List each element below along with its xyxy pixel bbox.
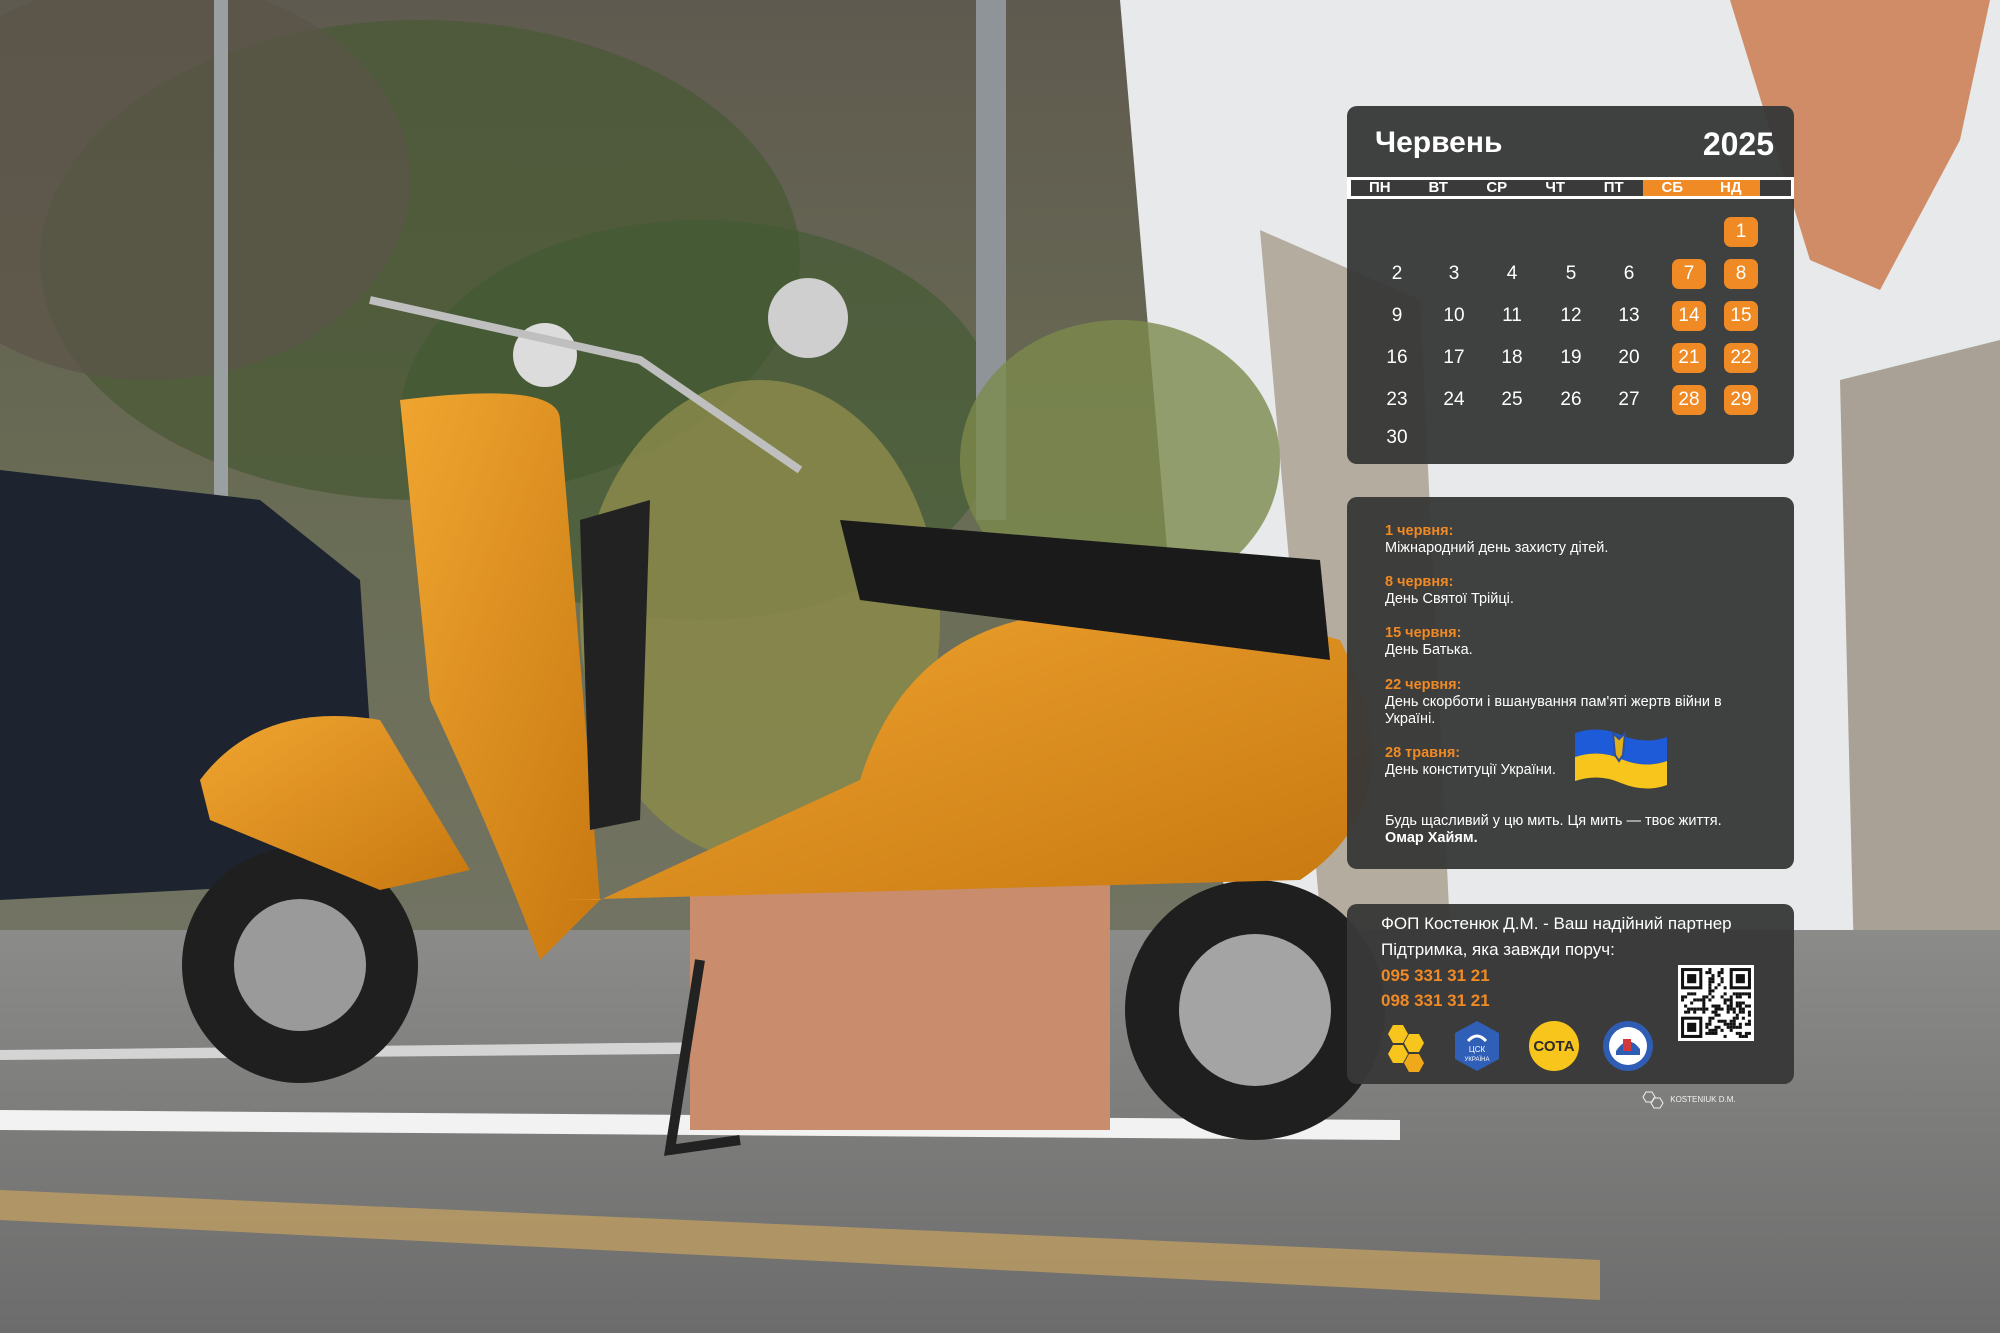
sota-logo: СОТА — [1529, 1021, 1579, 1071]
calendar-day: 2 — [1391, 263, 1403, 284]
csk-logo-line1: ЦСК — [1469, 1045, 1486, 1054]
calendar-day: 19 — [1560, 347, 1582, 368]
calendar-day: 5 — [1565, 263, 1577, 284]
holidays-panel: 1 червня: Міжнародний день захисту дітей… — [1347, 497, 1794, 869]
holiday-text: День Батька. — [1385, 642, 1473, 658]
quote: Будь щасливий у цю мить. Ця мить — твоє … — [1385, 813, 1722, 847]
calendar-day-weekend: 14 — [1672, 301, 1706, 331]
calendar-day: 17 — [1443, 347, 1465, 368]
holiday-text: День конституції України. — [1385, 762, 1556, 778]
calendar-day: 27 — [1618, 389, 1640, 410]
holiday-item: 8 червня: День Святої Трійці. — [1385, 574, 1514, 608]
holiday-text: Міжнародний день захисту дітей. — [1385, 540, 1609, 556]
calendar-day-weekend: 15 — [1724, 301, 1758, 331]
holiday-item: 1 червня: Міжнародний день захисту дітей… — [1385, 523, 1608, 557]
calendar-day: 30 — [1386, 427, 1408, 448]
calendar-day-weekend: 22 — [1724, 343, 1758, 373]
brand-hex-icon — [1642, 1091, 1664, 1109]
holiday-date: 15 червня: — [1385, 625, 1462, 641]
calendar-day: 26 — [1560, 389, 1582, 410]
holiday-date: 1 червня: — [1385, 523, 1454, 539]
holiday-text: День скорботи і вшанування пам'яті жертв… — [1385, 694, 1722, 727]
sota-logo-text: СОТА — [1533, 1038, 1574, 1055]
quote-author: Омар Хайям. — [1385, 830, 1478, 846]
calendar-day-weekend: 1 — [1724, 217, 1758, 247]
calendar-day: 24 — [1443, 389, 1465, 410]
holiday-item: 22 червня: День скорботи і вшанування па… — [1385, 677, 1765, 728]
calendar-day: 10 — [1443, 305, 1465, 326]
calendar-day: 4 — [1506, 263, 1518, 284]
calendar-day: 3 — [1448, 263, 1460, 284]
quote-text: Будь щасливий у цю мить. Ця мить — твоє … — [1385, 813, 1722, 829]
holiday-item: 28 травня: День конституції України. — [1385, 745, 1556, 779]
calendar-day: 13 — [1618, 305, 1640, 326]
support-tagline: Підтримка, яка завжди поруч: — [1381, 940, 1615, 959]
calendar-day: 9 — [1391, 305, 1403, 326]
calendar-panel: Червень 2025 ПН ВТ СР ЧТ ПТ СБ НД 123456… — [1347, 106, 1794, 464]
holiday-text: День Святої Трійці. — [1385, 591, 1514, 607]
calendar-day-weekend: 7 — [1672, 259, 1706, 289]
holiday-date: 28 травня: — [1385, 745, 1461, 761]
ukraine-flag-icon — [1575, 729, 1667, 789]
qr-code-icon[interactable] — [1678, 965, 1754, 1041]
calendar-day-weekend: 29 — [1724, 385, 1758, 415]
calendar-day: 12 — [1560, 305, 1582, 326]
calendar-day-weekend: 8 — [1724, 259, 1758, 289]
calendar-day: 11 — [1502, 305, 1522, 326]
company-name: ФОП Костенюк Д.М. - Ваш надійний партнер — [1381, 914, 1732, 933]
calendar-day: 16 — [1386, 347, 1408, 368]
calendar-day: 6 — [1623, 263, 1635, 284]
csk-logo-line2: УКРАЇНА — [1465, 1056, 1490, 1063]
brand-watermark: KOSTENIUK D.M. — [1640, 1090, 1736, 1110]
holiday-date: 22 червня: — [1385, 677, 1462, 693]
calendar-days-grid: 1 2 3 4 5 6 7 8 9 10 11 12 13 14 15 16 17 18 19 20 21 22 23 24 2… — [1347, 106, 1794, 464]
contact-panel: ФОП Костенюк Д.М. - Ваш надійний партнер… — [1347, 904, 1794, 1084]
calendar-day: 18 — [1501, 347, 1523, 368]
calendar-day: 25 — [1501, 389, 1523, 410]
honeycomb-logo — [1388, 1025, 1424, 1072]
phone-1[interactable]: 095 331 31 21 — [1381, 966, 1490, 986]
holiday-item: 15 червня: День Батька. — [1385, 625, 1473, 659]
holiday-date: 8 червня: — [1385, 574, 1454, 590]
calendar-day: 20 — [1618, 347, 1640, 368]
calendar-day-weekend: 21 — [1672, 343, 1706, 373]
brand-text: KOSTENIUK D.M. — [1670, 1095, 1736, 1105]
csk-ukraine-logo: ЦСК УКРАЇНА — [1455, 1021, 1499, 1071]
calendar-day-weekend: 28 — [1672, 385, 1706, 415]
calendar-day: 23 — [1386, 389, 1408, 410]
blue-badge-logo — [1603, 1021, 1653, 1071]
phone-2[interactable]: 098 331 31 21 — [1381, 991, 1490, 1011]
